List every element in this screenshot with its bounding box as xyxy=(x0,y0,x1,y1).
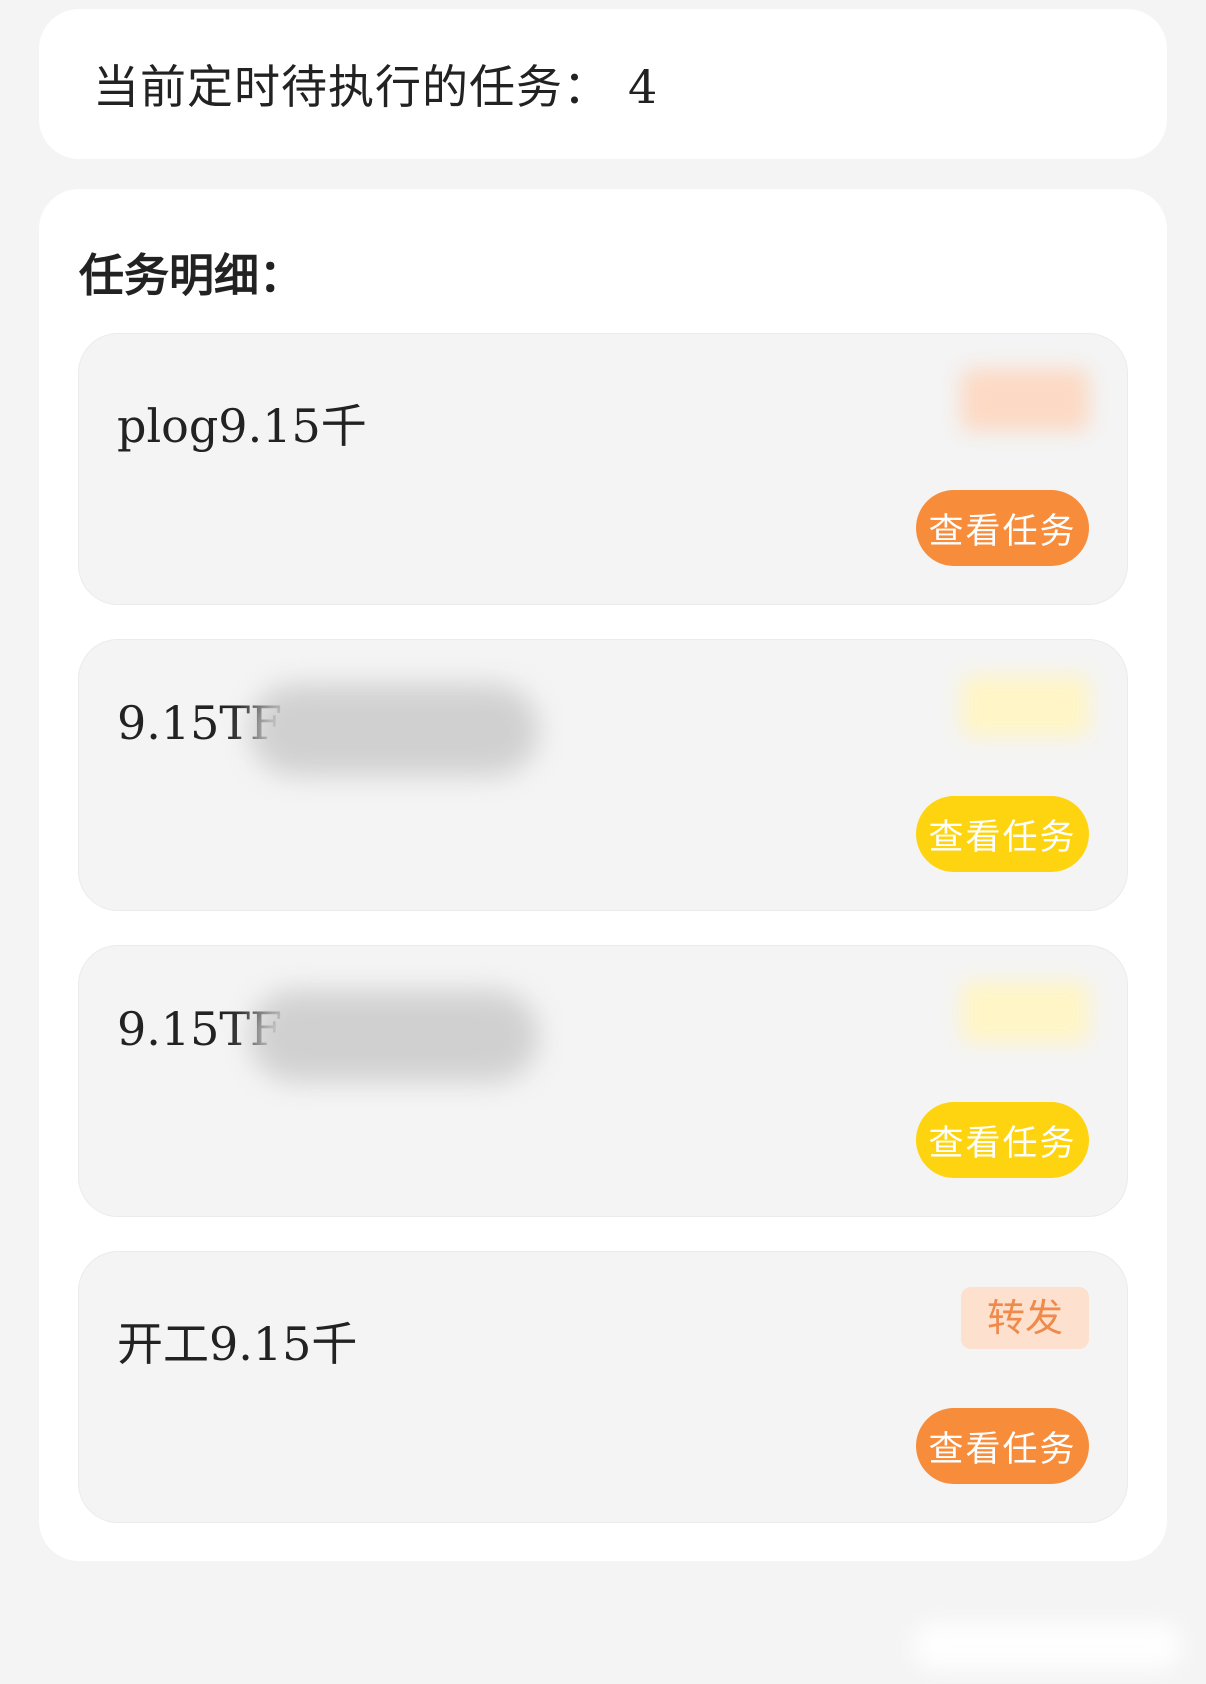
task-list: plog9.15千 查看任务 9.15TF 查看任务 9.15TF 查看任务 开… xyxy=(78,333,1128,1557)
pending-tasks-count: 4 xyxy=(628,60,659,114)
task-item: 9.15TF 查看任务 xyxy=(78,639,1128,911)
task-item: 开工9.15千 转发 查看任务 xyxy=(78,1251,1128,1523)
task-type-tag: 转发 xyxy=(961,1287,1089,1349)
task-name: plog9.15千 xyxy=(117,399,367,453)
view-task-button[interactable]: 查看任务 xyxy=(916,490,1089,566)
view-task-button[interactable]: 查看任务 xyxy=(916,1408,1089,1484)
task-details-title: 任务明细： xyxy=(79,249,305,302)
task-item: plog9.15千 查看任务 xyxy=(78,333,1128,605)
task-type-tag xyxy=(961,981,1089,1043)
pending-tasks-label: 当前定时待执行的任务： 4 xyxy=(93,60,659,114)
task-type-tag xyxy=(961,675,1089,737)
task-type-tag xyxy=(961,369,1089,431)
view-task-button[interactable]: 查看任务 xyxy=(916,796,1089,872)
task-details-card: 任务明细： plog9.15千 查看任务 9.15TF 查看任务 9.15TF … xyxy=(39,189,1167,1561)
watermark-blur xyxy=(912,1622,1182,1670)
task-item: 9.15TF 查看任务 xyxy=(78,945,1128,1217)
redacted-text-blur xyxy=(249,684,539,776)
redacted-text-blur xyxy=(249,990,539,1082)
pending-tasks-summary: 当前定时待执行的任务： 4 xyxy=(39,9,1167,159)
view-task-button[interactable]: 查看任务 xyxy=(916,1102,1089,1178)
task-name: 开工9.15千 xyxy=(117,1317,358,1371)
